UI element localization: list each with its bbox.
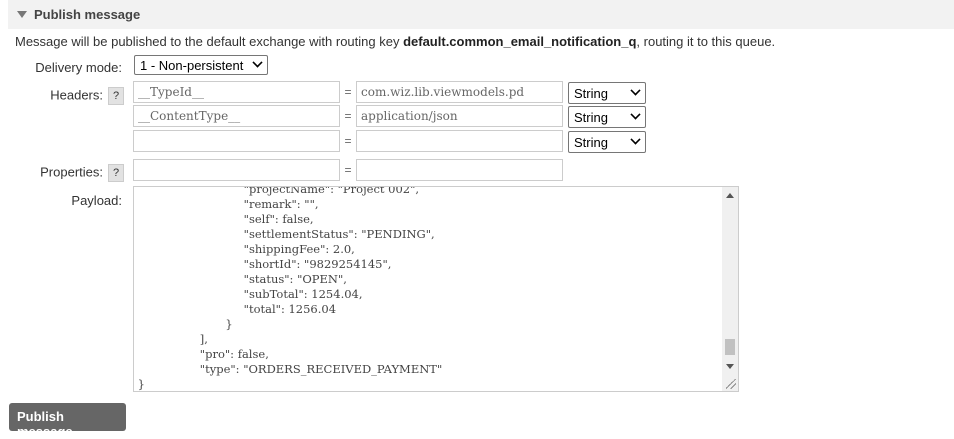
header-type-value-3: String	[574, 134, 608, 150]
scroll-thumb[interactable]	[725, 339, 735, 355]
chevron-down-icon	[252, 57, 263, 68]
property-eq: =	[344, 163, 352, 177]
payload-line: "pro": false,	[134, 347, 269, 361]
properties-label-text: Properties:	[40, 164, 103, 180]
property-key-input[interactable]	[133, 159, 340, 181]
payload-line: "subTotal": 1254.04,	[134, 287, 363, 301]
routing-key: default.common_email_notification_q	[403, 34, 637, 49]
payload-label: Payload:	[71, 193, 122, 208]
header-value-input-2[interactable]: application/json	[356, 105, 563, 127]
headers-label-text: Headers:	[50, 87, 103, 103]
delivery-mode-select[interactable]: 1 - Non-persistent	[134, 55, 268, 75]
payload-textarea[interactable]: "projectName": "Project 002", "remark": …	[133, 186, 739, 392]
payload-line: }	[134, 377, 145, 391]
resize-grip-icon[interactable]	[726, 379, 736, 389]
routing-info-suffix: , routing it to this queue.	[636, 34, 776, 49]
payload-line: "shippingFee": 2.0,	[134, 242, 355, 256]
payload-line: "remark": "",	[134, 197, 319, 211]
payload-line: "type": "ORDERS_RECEIVED_PAYMENT"	[134, 362, 443, 376]
payload-line: "status": "OPEN",	[134, 272, 347, 286]
headers-label: Headers:?	[20, 87, 124, 105]
publish-message-button[interactable]: Publish message	[9, 403, 126, 439]
chevron-down-icon	[630, 134, 641, 145]
scroll-down-arrow-icon[interactable]	[726, 364, 734, 369]
headers-help-button[interactable]: ?	[108, 87, 124, 105]
header-key-input-1[interactable]: __TypeId__	[133, 81, 340, 103]
header-key-input-2[interactable]: __ContentType__	[133, 105, 340, 127]
delivery-mode-value: 1 - Non-persistent	[140, 57, 244, 73]
payload-line: "self": false,	[134, 212, 314, 226]
header-type-select-3[interactable]: String	[568, 131, 646, 153]
header-eq-2: =	[344, 109, 352, 123]
section-title: Publish message	[34, 7, 141, 22]
header-eq-1: =	[344, 85, 352, 99]
payload-line: "settlementStatus": "PENDING",	[134, 227, 435, 241]
header-eq-3: =	[344, 134, 352, 148]
payload-line: "total": 1256.04	[134, 302, 337, 316]
payload-content: "projectName": "Project 002", "remark": …	[134, 186, 443, 391]
chevron-down-icon	[630, 109, 641, 120]
header-value-input-1[interactable]: com.wiz.lib.viewmodels.pd	[356, 81, 563, 103]
delivery-mode-label: Delivery mode:	[35, 60, 122, 75]
properties-label: Properties:?	[20, 164, 124, 182]
routing-info: Message will be published to the default…	[15, 34, 775, 49]
header-type-select-2[interactable]: String	[568, 106, 646, 128]
collapse-triangle-icon[interactable]	[17, 11, 27, 18]
property-value-input[interactable]	[356, 159, 563, 181]
properties-help-button[interactable]: ?	[108, 164, 124, 182]
publish-message-header[interactable]: Publish message	[8, 0, 954, 29]
payload-line: "shortId": "9829254145",	[134, 257, 392, 271]
scroll-up-arrow-icon[interactable]	[726, 193, 734, 198]
header-type-value-1: String	[574, 85, 608, 101]
header-type-value-2: String	[574, 109, 608, 125]
header-value-input-3[interactable]	[356, 130, 563, 152]
payload-line: }	[134, 317, 233, 331]
payload-line: "projectName": "Project 002",	[134, 186, 420, 196]
routing-info-prefix: Message will be published to the default…	[15, 34, 404, 49]
payload-scrollbar[interactable]	[722, 187, 738, 391]
header-key-input-3[interactable]	[133, 130, 340, 152]
header-type-select-1[interactable]: String	[568, 82, 646, 104]
payload-line: ],	[134, 332, 208, 346]
chevron-down-icon	[630, 85, 641, 96]
